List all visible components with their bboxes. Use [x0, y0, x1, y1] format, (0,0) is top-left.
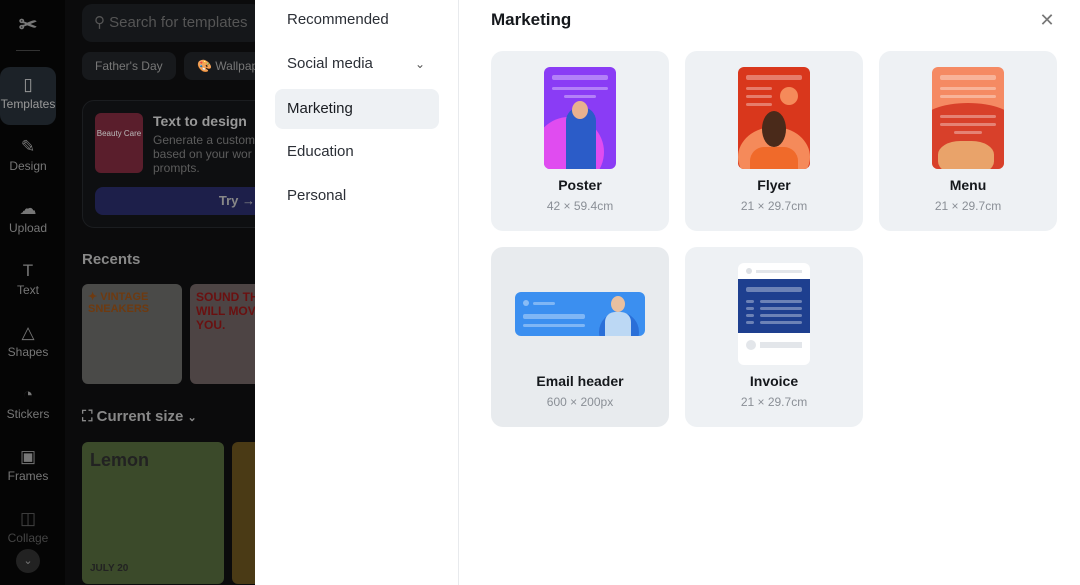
template-card-menu[interactable]: Menu 21 × 29.7cm [879, 51, 1057, 231]
sidebar-item-design[interactable]: ✎ Design [0, 129, 56, 187]
chip-wallpaper[interactable]: 🎨 Wallpap [184, 52, 255, 80]
invoice-preview [738, 263, 810, 365]
sidebar-item-shapes[interactable]: △ Shapes [0, 315, 56, 373]
sidebar-item-label: Shapes [7, 345, 49, 359]
category-recommended[interactable]: Recommended [275, 0, 439, 40]
poster-preview [544, 67, 616, 169]
search-input[interactable]: ⚲ Search for templates [82, 4, 255, 42]
current-size-label: Current size [96, 408, 184, 425]
email-header-preview [515, 292, 645, 336]
text-to-design-title: Text to design [153, 113, 247, 129]
sidebar-item-label: Stickers [6, 407, 50, 421]
text-icon: T [22, 261, 34, 280]
recent-template[interactable]: ✦ VINTAGE SNEAKERS [82, 284, 182, 384]
size-template[interactable] [232, 442, 255, 584]
template-text: JULY 20 [90, 563, 129, 574]
expand-sidebar-button[interactable]: ⌄ [16, 549, 40, 573]
chevron-down-icon: ⌄ [187, 412, 197, 424]
sidebar-item-label: Frames [7, 469, 49, 483]
sidebar-item-upload[interactable]: ☁ Upload [0, 191, 56, 249]
flyer-preview [738, 67, 810, 169]
current-size-dropdown[interactable]: ⛶ Current size ⌄ [82, 408, 197, 425]
sidebar-item-label: Upload [8, 221, 48, 235]
capcut-logo-icon: ✂ [18, 12, 38, 37]
card-size: 600 × 200px [546, 395, 614, 409]
category-nav: Recommended Social media ⌄ Marketing Educ… [255, 0, 459, 585]
size-template[interactable]: Lemon JULY 20 [82, 442, 224, 584]
templates-icon: ▯ [23, 75, 33, 94]
sidebar: ✂ ▯ Templates ✎ Design ☁ Upload T Text △ Shap… [0, 0, 65, 585]
card-name: Flyer [757, 177, 791, 193]
template-text: Lemon [90, 450, 150, 470]
try-button[interactable]: Try → [95, 187, 255, 215]
stickers-icon: ◔ [22, 385, 34, 404]
chevron-down-icon: ⌄ [23, 555, 33, 567]
card-size: 21 × 29.7cm [740, 199, 808, 213]
frames-icon: ▣ [19, 447, 37, 466]
sidebar-item-frames[interactable]: ▣ Frames [0, 439, 56, 497]
category-marketing[interactable]: Marketing [275, 89, 439, 129]
shapes-icon: △ [21, 323, 35, 342]
desc-line: prompts. [153, 161, 200, 175]
beauty-care-thumbnail: Beauty Care [95, 113, 143, 173]
close-icon: ✕ [1039, 10, 1055, 30]
card-size: 21 × 29.7cm [934, 199, 1002, 213]
sidebar-item-stickers[interactable]: ◔ Stickers [0, 377, 56, 435]
text-to-design-desc: Generate a custom based on your wor prompt… [153, 133, 255, 175]
card-name: Menu [949, 177, 987, 193]
card-size: 42 × 59.4cm [546, 199, 614, 213]
upload-icon: ☁ [19, 199, 37, 218]
card-size: 21 × 29.7cm [740, 395, 808, 409]
card-name: Email header [536, 373, 624, 389]
template-card-flyer[interactable]: Flyer 21 × 29.7cm [685, 51, 863, 231]
page-title: Marketing [491, 10, 572, 29]
search-icon: ⚲ [94, 14, 110, 31]
template-card-poster[interactable]: Poster 42 × 59.4cm [491, 51, 669, 231]
chevron-down-icon: ⌄ [414, 57, 425, 71]
resize-icon: ⛶ [82, 408, 97, 425]
sidebar-item-label: Text [16, 283, 39, 297]
sidebar-item-label: Templates [0, 97, 56, 111]
divider [16, 50, 40, 51]
design-icon: ✎ [20, 137, 36, 156]
category-label: Social media [287, 55, 373, 72]
sidebar-item-templates[interactable]: ▯ Templates [0, 67, 56, 125]
sidebar-item-text[interactable]: T Text [0, 253, 56, 311]
sidebar-item-label: Collage [7, 531, 49, 545]
search-placeholder: Search for templates [109, 14, 248, 31]
category-personal[interactable]: Personal [275, 176, 439, 216]
recent-template[interactable]: SOUND THAT WILL MOVE YOU. [190, 284, 255, 384]
desc-line: Generate a custom [153, 133, 255, 147]
chip-fathers-day[interactable]: Father's Day [82, 52, 176, 80]
recents-heading: Recents [82, 251, 141, 268]
template-card-invoice[interactable]: Invoice 21 × 29.7cm [685, 247, 863, 427]
text-to-design-card: Beauty Care Text to design Generate a cu… [82, 100, 255, 228]
sidebar-item-label: Design [9, 159, 47, 173]
menu-preview [932, 67, 1004, 169]
category-education[interactable]: Education [275, 132, 439, 172]
template-card-email-header[interactable]: Email header 600 × 200px [491, 247, 669, 427]
category-social-media[interactable]: Social media ⌄ [275, 44, 439, 84]
card-name: Invoice [749, 373, 799, 389]
templates-panel-dimmed: ✂ ▯ Templates ✎ Design ☁ Upload T Text △ Shap… [0, 0, 255, 585]
collage-icon: ◫ [19, 509, 37, 528]
card-name: Poster [558, 177, 602, 193]
desc-line: based on your wor [153, 147, 252, 161]
close-button[interactable]: ✕ [1038, 11, 1056, 29]
